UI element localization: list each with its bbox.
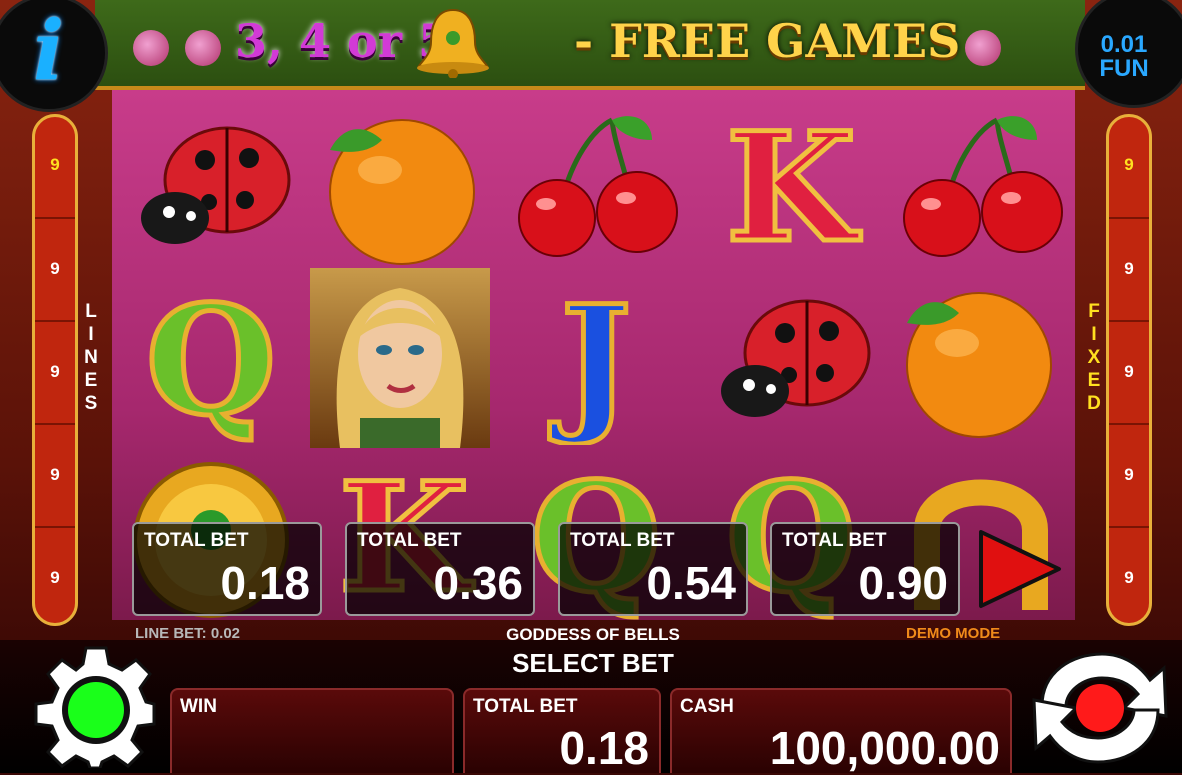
strip-divider bbox=[1109, 320, 1149, 322]
svg-text:Q: Q bbox=[146, 273, 277, 445]
banner-suffix: - FREE GAMES bbox=[574, 14, 961, 68]
line-bet-text: LINE BET: 0.02 bbox=[135, 625, 241, 642]
demo-mode-text: DEMO MODE bbox=[906, 625, 1001, 642]
line-number: 9 bbox=[1124, 362, 1134, 381]
symbol-cherries bbox=[887, 100, 1075, 272]
strip-divider bbox=[35, 423, 75, 425]
bet-option-button[interactable]: TOTAL BET 0.36 bbox=[345, 522, 535, 616]
bet-option-label: TOTAL BET bbox=[144, 530, 249, 551]
symbol-goddess bbox=[310, 268, 490, 448]
symbol-cherries bbox=[502, 100, 690, 272]
lines-label: LINES bbox=[84, 301, 98, 414]
bet-option-label: TOTAL BET bbox=[782, 530, 887, 551]
symbol-ladybug bbox=[697, 273, 885, 445]
line-number: 9 bbox=[1124, 465, 1134, 484]
lines-strip-left: 9 9 9 9 9 bbox=[32, 114, 78, 626]
line-number: 9 bbox=[1124, 155, 1134, 174]
win-box: WIN bbox=[170, 688, 454, 773]
play-arrow-icon[interactable] bbox=[975, 528, 1065, 610]
spin-button-icon[interactable] bbox=[1020, 644, 1180, 772]
line-number: 9 bbox=[50, 155, 60, 174]
svg-text:J: J bbox=[550, 273, 632, 445]
denomination-currency: FUN bbox=[1099, 55, 1149, 82]
bet-option-value: 0.54 bbox=[646, 557, 736, 609]
symbol-ladybug bbox=[117, 100, 305, 272]
fixed-label: FIXED bbox=[1087, 301, 1101, 414]
bet-option-label: TOTAL BET bbox=[357, 530, 462, 551]
symbol-k: K bbox=[697, 98, 885, 279]
strip-divider bbox=[1109, 423, 1149, 425]
symbol-orange bbox=[310, 100, 498, 272]
cash-box: CASH 100,000.00 bbox=[670, 688, 1012, 774]
bet-option-label: TOTAL BET bbox=[570, 530, 675, 551]
bet-option-button[interactable]: TOTAL BET 0.90 bbox=[770, 522, 960, 616]
symbol-j: J bbox=[502, 271, 690, 452]
bell-icon bbox=[417, 8, 489, 78]
clover-flower-icon bbox=[133, 30, 169, 66]
bet-option-button[interactable]: TOTAL BET 0.54 bbox=[558, 522, 748, 616]
select-bet-prompt: SELECT BET bbox=[512, 648, 674, 678]
symbol-q: Q bbox=[117, 271, 305, 452]
lines-strip-right: 9 9 9 9 9 bbox=[1106, 114, 1152, 626]
banner-text: 3, 4 or 5 - FREE GAMES bbox=[235, 14, 960, 68]
info-icon: i bbox=[33, 3, 65, 99]
cash-value: 100,000.00 bbox=[769, 722, 1000, 774]
svg-text:K: K bbox=[726, 100, 861, 272]
settings-gear-icon[interactable] bbox=[34, 644, 158, 768]
line-number: 9 bbox=[50, 568, 60, 587]
strip-divider bbox=[1109, 217, 1149, 219]
bet-option-button[interactable]: TOTAL BET 0.18 bbox=[132, 522, 322, 616]
line-number: 9 bbox=[50, 362, 60, 381]
denomination-display[interactable]: 0.01 FUN bbox=[1094, 33, 1154, 81]
bet-option-value: 0.18 bbox=[220, 557, 310, 609]
bet-option-value: 0.36 bbox=[433, 557, 523, 609]
line-number: 9 bbox=[50, 465, 60, 484]
clover-flower-icon bbox=[185, 30, 221, 66]
strip-divider bbox=[35, 526, 75, 528]
strip-divider bbox=[35, 320, 75, 322]
line-number: 9 bbox=[1124, 568, 1134, 587]
clover-flower-icon bbox=[965, 30, 1001, 66]
game-title: GODDESS OF BELLS bbox=[506, 625, 680, 644]
strip-divider bbox=[1109, 526, 1149, 528]
win-label: WIN bbox=[180, 696, 217, 717]
bet-option-value: 0.90 bbox=[858, 557, 948, 609]
denomination-value: 0.01 bbox=[1100, 31, 1148, 58]
free-games-banner: 3, 4 or 5 - FREE GAMES bbox=[95, 0, 1085, 90]
symbol-orange bbox=[887, 273, 1075, 445]
total-bet-value: 0.18 bbox=[559, 722, 649, 774]
total-bet-label: TOTAL BET bbox=[473, 696, 578, 717]
total-bet-box: TOTAL BET 0.18 bbox=[463, 688, 661, 774]
cash-label: CASH bbox=[680, 696, 734, 717]
strip-divider bbox=[35, 217, 75, 219]
line-number: 9 bbox=[1124, 259, 1134, 278]
line-number: 9 bbox=[50, 259, 60, 278]
